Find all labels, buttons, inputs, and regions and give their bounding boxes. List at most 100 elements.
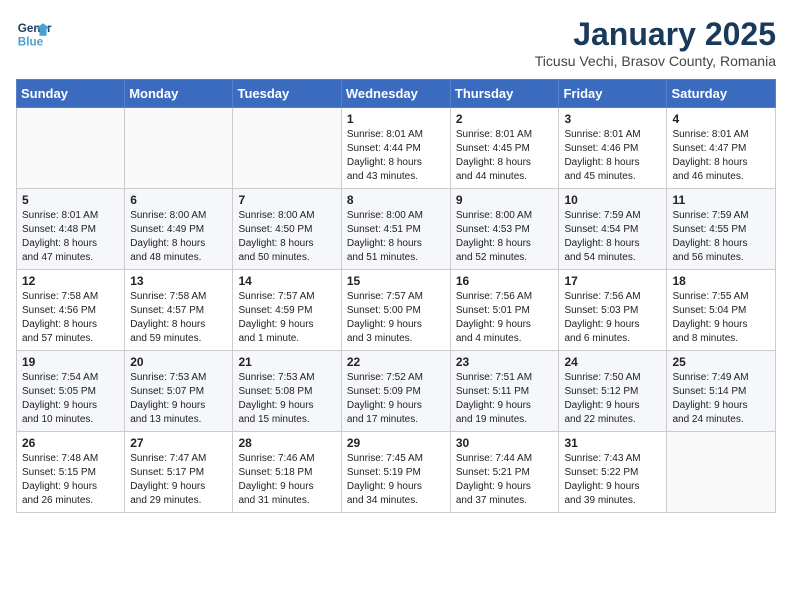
day-number: 12 xyxy=(22,274,119,288)
calendar-cell: 2 Sunrise: 8:01 AM Sunset: 4:45 PM Daylig… xyxy=(450,108,559,189)
day-info: Sunrise: 7:53 AM Sunset: 5:07 PM Dayligh… xyxy=(130,371,227,427)
calendar-cell: 31 Sunrise: 7:43 AM Sunset: 5:22 PM Dayli… xyxy=(559,432,667,513)
day-info: Sunrise: 7:51 AM Sunset: 5:11 PM Dayligh… xyxy=(456,371,554,427)
svg-text:General: General xyxy=(18,22,52,35)
day-info: Sunrise: 7:45 AM Sunset: 5:19 PM Dayligh… xyxy=(347,452,445,508)
weekday-header-thursday: Thursday xyxy=(450,80,559,108)
logo: General Blue xyxy=(16,16,56,52)
day-info: Sunrise: 7:56 AM Sunset: 5:03 PM Dayligh… xyxy=(564,290,661,346)
calendar-cell: 11 Sunrise: 7:59 AM Sunset: 4:55 PM Dayli… xyxy=(667,189,776,270)
page-header: General Blue January 2025 Ticusu Vechi, … xyxy=(16,16,776,69)
day-info: Sunrise: 7:48 AM Sunset: 5:15 PM Dayligh… xyxy=(22,452,119,508)
day-info: Sunrise: 8:01 AM Sunset: 4:45 PM Dayligh… xyxy=(456,128,554,184)
day-number: 14 xyxy=(238,274,335,288)
day-number: 7 xyxy=(238,193,335,207)
day-number: 27 xyxy=(130,436,227,450)
weekday-header-tuesday: Tuesday xyxy=(233,80,341,108)
day-info: Sunrise: 8:01 AM Sunset: 4:44 PM Dayligh… xyxy=(347,128,445,184)
day-info: Sunrise: 8:00 AM Sunset: 4:49 PM Dayligh… xyxy=(130,209,227,265)
calendar-cell: 18Sunrise: 7:55 AM Sunset: 5:04 PM Dayli… xyxy=(667,270,776,351)
calendar-cell: 26Sunrise: 7:48 AM Sunset: 5:15 PM Dayli… xyxy=(17,432,125,513)
calendar-cell: 9Sunrise: 8:00 AM Sunset: 4:53 PM Daylig… xyxy=(450,189,559,270)
calendar-cell: 1 Sunrise: 8:01 AM Sunset: 4:44 PM Daylig… xyxy=(341,108,450,189)
title-block: January 2025 Ticusu Vechi, Brasov County… xyxy=(535,16,776,69)
day-info: Sunrise: 7:53 AM Sunset: 5:08 PM Dayligh… xyxy=(238,371,335,427)
calendar-cell: 25Sunrise: 7:49 AM Sunset: 5:14 PM Dayli… xyxy=(667,351,776,432)
calendar-week-5: 26Sunrise: 7:48 AM Sunset: 5:15 PM Dayli… xyxy=(17,432,776,513)
calendar-cell: 23Sunrise: 7:51 AM Sunset: 5:11 PM Dayli… xyxy=(450,351,559,432)
day-info: Sunrise: 7:57 AM Sunset: 5:00 PM Dayligh… xyxy=(347,290,445,346)
calendar-cell: 29 Sunrise: 7:45 AM Sunset: 5:19 PM Dayli… xyxy=(341,432,450,513)
calendar-cell: 22Sunrise: 7:52 AM Sunset: 5:09 PM Dayli… xyxy=(341,351,450,432)
calendar-cell: 6Sunrise: 8:00 AM Sunset: 4:49 PM Daylig… xyxy=(125,189,233,270)
calendar-cell: 21 Sunrise: 7:53 AM Sunset: 5:08 PM Dayli… xyxy=(233,351,341,432)
day-info: Sunrise: 8:01 AM Sunset: 4:48 PM Dayligh… xyxy=(22,209,119,265)
day-info: Sunrise: 7:59 AM Sunset: 4:54 PM Dayligh… xyxy=(564,209,661,265)
calendar-table: SundayMondayTuesdayWednesdayThursdayFrid… xyxy=(16,79,776,513)
day-info: Sunrise: 8:01 AM Sunset: 4:47 PM Dayligh… xyxy=(672,128,770,184)
calendar-cell: 4 Sunrise: 8:01 AM Sunset: 4:47 PM Daylig… xyxy=(667,108,776,189)
calendar-cell: 7 Sunrise: 8:00 AM Sunset: 4:50 PM Daylig… xyxy=(233,189,341,270)
day-number: 16 xyxy=(456,274,554,288)
day-number: 29 xyxy=(347,436,445,450)
svg-text:Blue: Blue xyxy=(18,36,44,49)
weekday-header-saturday: Saturday xyxy=(667,80,776,108)
day-number: 20 xyxy=(130,355,227,369)
calendar-cell: 24 Sunrise: 7:50 AM Sunset: 5:12 PM Dayli… xyxy=(559,351,667,432)
day-number: 17 xyxy=(564,274,661,288)
calendar-cell: 12 Sunrise: 7:58 AM Sunset: 4:56 PM Dayli… xyxy=(17,270,125,351)
calendar-week-3: 12 Sunrise: 7:58 AM Sunset: 4:56 PM Dayli… xyxy=(17,270,776,351)
day-info: Sunrise: 8:00 AM Sunset: 4:51 PM Dayligh… xyxy=(347,209,445,265)
day-info: Sunrise: 8:01 AM Sunset: 4:46 PM Dayligh… xyxy=(564,128,661,184)
day-info: Sunrise: 7:46 AM Sunset: 5:18 PM Dayligh… xyxy=(238,452,335,508)
calendar-cell: 15Sunrise: 7:57 AM Sunset: 5:00 PM Dayli… xyxy=(341,270,450,351)
day-number: 22 xyxy=(347,355,445,369)
day-info: Sunrise: 7:47 AM Sunset: 5:17 PM Dayligh… xyxy=(130,452,227,508)
day-info: Sunrise: 7:58 AM Sunset: 4:57 PM Dayligh… xyxy=(130,290,227,346)
location-subtitle: Ticusu Vechi, Brasov County, Romania xyxy=(535,53,776,69)
day-info: Sunrise: 7:59 AM Sunset: 4:55 PM Dayligh… xyxy=(672,209,770,265)
day-number: 24 xyxy=(564,355,661,369)
calendar-week-2: 5Sunrise: 8:01 AM Sunset: 4:48 PM Daylig… xyxy=(17,189,776,270)
day-info: Sunrise: 7:50 AM Sunset: 5:12 PM Dayligh… xyxy=(564,371,661,427)
calendar-cell: 16 Sunrise: 7:56 AM Sunset: 5:01 PM Dayli… xyxy=(450,270,559,351)
month-title: January 2025 xyxy=(535,16,776,53)
day-info: Sunrise: 7:55 AM Sunset: 5:04 PM Dayligh… xyxy=(672,290,770,346)
calendar-cell: 5Sunrise: 8:01 AM Sunset: 4:48 PM Daylig… xyxy=(17,189,125,270)
day-info: Sunrise: 7:43 AM Sunset: 5:22 PM Dayligh… xyxy=(564,452,661,508)
weekday-header-row: SundayMondayTuesdayWednesdayThursdayFrid… xyxy=(17,80,776,108)
day-number: 10 xyxy=(564,193,661,207)
day-number: 2 xyxy=(456,112,554,126)
day-number: 31 xyxy=(564,436,661,450)
day-number: 9 xyxy=(456,193,554,207)
day-number: 1 xyxy=(347,112,445,126)
day-info: Sunrise: 8:00 AM Sunset: 4:50 PM Dayligh… xyxy=(238,209,335,265)
calendar-week-4: 19 Sunrise: 7:54 AM Sunset: 5:05 PM Dayli… xyxy=(17,351,776,432)
day-info: Sunrise: 7:58 AM Sunset: 4:56 PM Dayligh… xyxy=(22,290,119,346)
calendar-cell: 20 Sunrise: 7:53 AM Sunset: 5:07 PM Dayli… xyxy=(125,351,233,432)
day-number: 11 xyxy=(672,193,770,207)
day-info: Sunrise: 7:54 AM Sunset: 5:05 PM Dayligh… xyxy=(22,371,119,427)
weekday-header-sunday: Sunday xyxy=(17,80,125,108)
calendar-cell: 19 Sunrise: 7:54 AM Sunset: 5:05 PM Dayli… xyxy=(17,351,125,432)
day-number: 30 xyxy=(456,436,554,450)
day-info: Sunrise: 7:56 AM Sunset: 5:01 PM Dayligh… xyxy=(456,290,554,346)
calendar-cell: 3 Sunrise: 8:01 AM Sunset: 4:46 PM Daylig… xyxy=(559,108,667,189)
day-number: 21 xyxy=(238,355,335,369)
day-number: 3 xyxy=(564,112,661,126)
day-number: 4 xyxy=(672,112,770,126)
weekday-header-wednesday: Wednesday xyxy=(341,80,450,108)
calendar-cell xyxy=(233,108,341,189)
weekday-header-monday: Monday xyxy=(125,80,233,108)
day-number: 28 xyxy=(238,436,335,450)
logo-icon: General Blue xyxy=(16,16,52,52)
day-info: Sunrise: 7:44 AM Sunset: 5:21 PM Dayligh… xyxy=(456,452,554,508)
calendar-cell xyxy=(125,108,233,189)
day-number: 19 xyxy=(22,355,119,369)
calendar-cell: 17 Sunrise: 7:56 AM Sunset: 5:03 PM Dayli… xyxy=(559,270,667,351)
day-number: 25 xyxy=(672,355,770,369)
calendar-week-1: 1 Sunrise: 8:01 AM Sunset: 4:44 PM Daylig… xyxy=(17,108,776,189)
calendar-cell: 27 Sunrise: 7:47 AM Sunset: 5:17 PM Dayli… xyxy=(125,432,233,513)
calendar-cell xyxy=(17,108,125,189)
day-number: 13 xyxy=(130,274,227,288)
